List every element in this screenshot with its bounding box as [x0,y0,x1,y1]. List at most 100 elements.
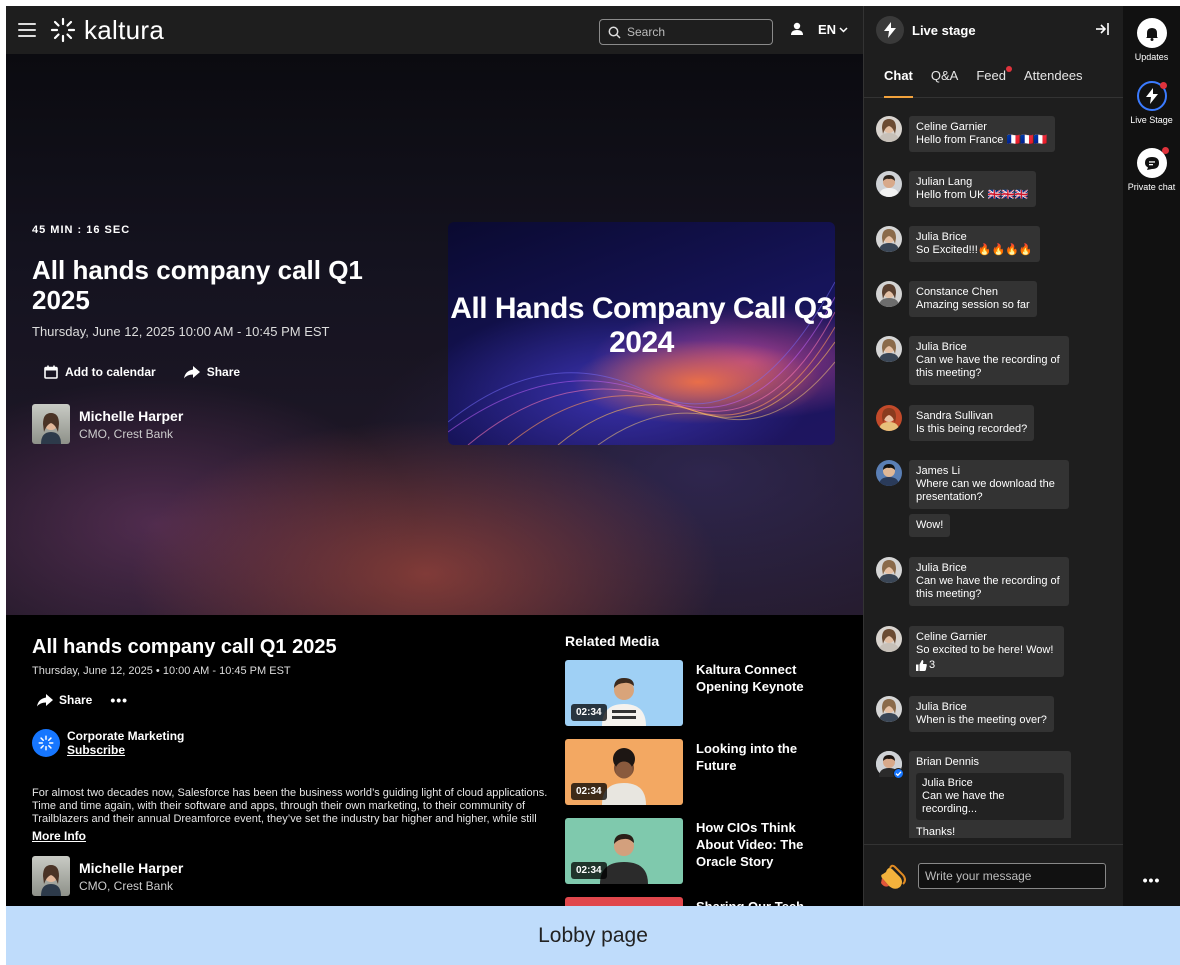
user-avatar[interactable] [876,626,902,652]
more-options-button[interactable]: ••• [110,692,128,708]
message-text: When is the meeting over? [916,714,1047,726]
media-thumbnail[interactable] [565,897,683,906]
panel-title: Live stage [912,22,976,38]
message-author: Constance Chen [916,286,998,298]
chat-message: Celine Garnier So excited to be here! Wo… [876,626,1064,677]
kaltura-logo[interactable]: kaltura [50,15,164,46]
channel-name: Corporate Marketing [67,729,185,743]
details-host-card: Michelle Harper CMO, Crest Bank [32,856,183,896]
tab-feed[interactable]: Feed [976,54,1012,98]
collapse-panel-icon[interactable] [1095,22,1109,36]
event-title: All hands company call Q1 2025 [32,255,363,315]
message-text: Where can we download the presentation? [916,478,1055,503]
more-info-link[interactable]: More Info [32,829,86,843]
user-avatar[interactable] [876,405,902,431]
user-avatar[interactable] [876,281,902,307]
hero-section: 45 MIN : 16 SEC All hands company call Q… [6,54,863,615]
side-rail: Updates Live Stage Private chat ••• [1123,6,1180,906]
subscribe-link[interactable]: Subscribe [67,743,184,757]
media-thumbnail[interactable]: 02:34 [565,818,683,884]
tab-qa[interactable]: Q&A [931,54,958,98]
panel-header: Live stage [864,6,1123,54]
search-box[interactable] [599,19,773,45]
quoted-text: Can we have the recording... [922,790,1005,815]
related-media-item[interactable]: Sharing Our Tech [565,897,855,906]
user-avatar[interactable] [876,557,902,583]
user-avatar[interactable] [876,751,904,779]
verified-badge-icon [893,768,904,779]
rail-private-chat[interactable]: Private chat [1123,147,1180,192]
tab-feed-label: Feed [976,68,1006,83]
chat-message: Celine Garnier Hello from France 🇫🇷🇫🇷🇫🇷 [876,116,1055,152]
bolt-icon [876,16,904,44]
user-avatar[interactable] [876,116,902,142]
related-media-item[interactable]: 02:34 How CIOs Think About Video: The Or… [565,818,855,884]
add-to-calendar-button[interactable]: Add to calendar [44,365,156,379]
notification-dot [1161,147,1169,154]
user-avatar[interactable] [876,696,902,722]
media-thumbnail[interactable]: 02:34 [565,739,683,805]
user-avatar[interactable] [876,336,902,362]
live-stage-bolt-icon [1136,81,1167,111]
rail-live-stage[interactable]: Live Stage [1123,81,1180,125]
message-text: Amazing session so far [916,299,1030,311]
message-bubble: Julia Brice When is the meeting over? [909,696,1054,732]
share-arrow-icon [37,693,53,706]
media-duration: 02:34 [571,783,607,800]
share-button[interactable]: Share [183,365,240,379]
chat-message: Brian Dennis Julia Brice Can we have the… [876,751,1071,838]
related-media-item[interactable]: 02:34 Looking into the Future [565,739,855,805]
chat-message: Constance Chen Amazing session so far [876,281,1037,317]
app-frame: kaltura EN 45 MIN : 16 SEC All hands com… [6,6,1180,906]
details-actions: Share ••• [37,692,128,708]
message-text: Thanks! [916,826,956,838]
user-avatar[interactable] [876,226,902,252]
related-media-item[interactable]: 02:34 Kaltura Connect Opening Keynote [565,660,855,726]
details-share-button[interactable]: Share [37,693,92,707]
chat-message-input[interactable] [918,862,1106,889]
calendar-icon [44,365,58,379]
panel-tabs: Chat Q&A Feed Attendees [864,54,1123,98]
details-host-name: Michelle Harper [79,859,184,876]
media-title: How CIOs Think About Video: The Oracle S… [696,820,804,869]
details-host-avatar [32,856,70,896]
menu-icon[interactable] [18,23,36,37]
media-title: Looking into the Future [696,741,798,773]
user-avatar[interactable] [876,460,902,486]
host-card: Michelle Harper CMO, Crest Bank [32,404,183,444]
reaction-count[interactable]: 3 [916,659,1057,672]
search-input[interactable] [627,25,757,39]
hero-actions: Add to calendar Share [44,365,240,379]
language-label: EN [818,22,837,37]
page-caption: Lobby page [6,906,1180,965]
search-icon [608,26,621,39]
bell-icon [1136,18,1167,48]
caption-text: Lobby page [538,923,648,947]
share-arrow-icon [183,365,200,378]
message-bubble: Celine Garnier Hello from France 🇫🇷🇫🇷🇫🇷 [909,116,1055,152]
channel-logo-icon[interactable] [32,729,60,757]
rail-updates[interactable]: Updates [1123,18,1180,62]
event-details: All hands company call Q1 2025 Thursday,… [6,615,863,906]
media-title: Sharing Our Tech [696,897,826,906]
rail-more-button[interactable]: ••• [1123,872,1180,888]
tab-attendees[interactable]: Attendees [1024,54,1083,98]
chat-message: Sandra Sullivan Is this being recorded? [876,405,1035,441]
message-author: James Li [916,465,961,477]
clap-reaction-icon[interactable] [878,862,910,890]
related-media-title: Related Media [565,633,660,649]
media-thumbnail[interactable]: 02:34 [565,660,683,726]
details-host-role: CMO, Crest Bank [79,878,174,893]
channel-card: Corporate Marketing Subscribe [32,729,184,757]
user-avatar[interactable] [876,171,902,197]
quoted-message[interactable]: Julia Brice Can we have the recording... [916,773,1064,820]
logo-wordmark: kaltura [84,14,165,45]
language-selector[interactable]: EN [818,22,848,37]
user-icon[interactable] [790,22,804,36]
message-author: Celine Garnier [916,631,987,643]
chat-messages: Celine Garnier Hello from France 🇫🇷🇫🇷🇫🇷 J… [864,98,1124,838]
event-banner[interactable]: All Hands Company Call Q3 2024 [448,222,835,445]
message-bubble: James Li Where can we download the presen… [909,460,1069,509]
host-role: CMO, Crest Bank [79,426,174,441]
tab-chat[interactable]: Chat [884,54,913,98]
